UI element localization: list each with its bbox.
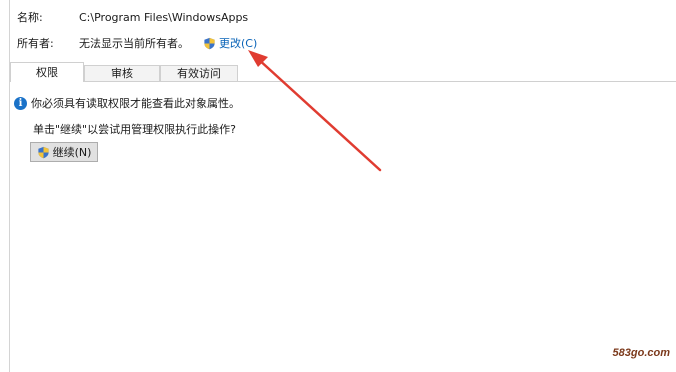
tab-auditing-label: 审核 [111,67,133,80]
tab-permissions-label: 权限 [36,66,58,79]
uac-shield-icon [37,146,49,158]
tab-strip-divider [10,81,676,82]
tab-auditing[interactable]: 审核 [84,65,160,81]
object-path: C:\Program Files\WindowsApps [79,10,249,24]
info-text: 你必须具有读取权限才能查看此对象属性。 [31,97,240,110]
owner-value: 无法显示当前所有者。 [79,37,189,50]
continue-prompt-text: 单击"继续"以尝试用管理权限执行此操作? [33,123,236,136]
continue-button[interactable]: 继续(N) [30,142,98,162]
site-watermark: 583go.com [612,347,670,359]
tab-effective-access[interactable]: 有效访问 [160,65,238,81]
tab-strip: 权限 审核 有效访问 [10,62,676,82]
change-owner-label: 更改(C) [219,37,258,50]
uac-shield-icon [204,37,215,49]
owner-row: 所有者: 无法显示当前所有者。 更改(C) [17,35,257,51]
tab-effective-access-label: 有效访问 [177,67,221,80]
object-name-row: 名称: C:\Program Files\WindowsApps [17,9,248,25]
window-left-border [9,0,10,372]
tab-permissions[interactable]: 权限 [10,62,84,82]
info-message: i 你必须具有读取权限才能查看此对象属性。 [14,95,240,111]
name-label: 名称: [17,11,43,24]
change-owner-link[interactable]: 更改(C) [203,35,257,51]
continue-prompt: 单击"继续"以尝试用管理权限执行此操作? [33,121,236,137]
annotation-arrow [248,50,382,172]
info-icon: i [14,96,27,110]
continue-button-label: 继续(N) [52,146,92,159]
owner-label: 所有者: [17,37,54,50]
